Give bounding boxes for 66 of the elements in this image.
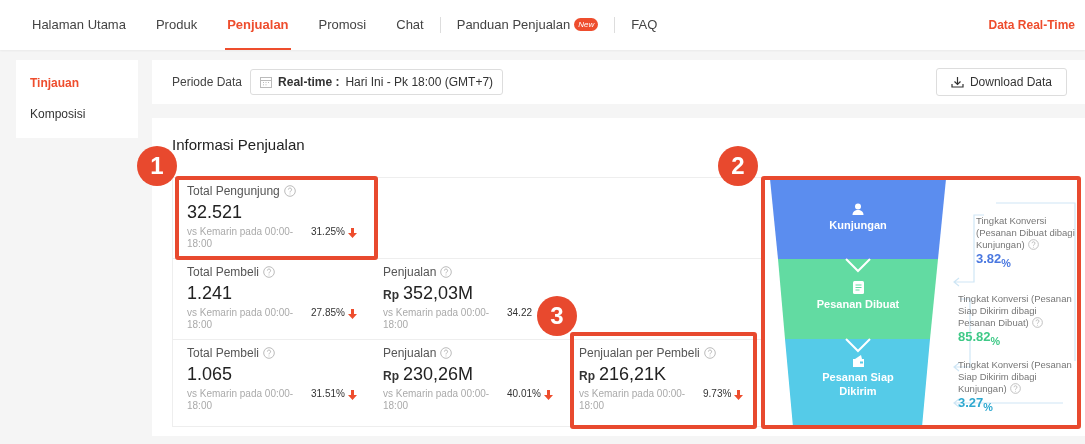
change-percent: 40.01% <box>507 388 541 399</box>
help-icon[interactable] <box>263 347 276 359</box>
currency-label: Rp <box>383 369 399 383</box>
currency-label: Rp <box>383 288 399 302</box>
download-button[interactable]: Download Data <box>935 68 1067 96</box>
calendar-icon <box>260 76 273 88</box>
conversion-rate: 85.82$_{%}$ <box>958 328 1002 348</box>
help-icon[interactable] <box>440 266 453 278</box>
change-percent: 31.25% <box>311 226 345 237</box>
metric-value: 216,21K <box>599 364 667 385</box>
comparison-text: vs Kemarin pada 00:00-18:00 <box>187 226 295 250</box>
help-icon[interactable] <box>703 347 716 359</box>
metric-value: 32.521 <box>187 202 243 223</box>
metric-title: Total Pengunjung <box>187 184 280 198</box>
metric-value: 1.065 <box>187 364 233 385</box>
change-percent: 31.51% <box>311 388 345 399</box>
person-icon <box>852 203 864 215</box>
new-badge: New <box>574 17 599 31</box>
metric-title: Total Pembeli <box>187 346 260 360</box>
metric-value: 352,03M <box>403 283 474 304</box>
realtime-link[interactable]: Data Real-Time <box>988 18 1075 32</box>
nav-tab[interactable]: Panduan Penjualan New <box>454 0 601 50</box>
help-icon[interactable] <box>1027 238 1039 250</box>
funnel-stage-label: Kunjungan <box>828 218 888 233</box>
conversion-label: Tingkat Konversi (Pesanan Dibuat dibagi Kunjungan) <box>976 215 1076 251</box>
metric-title: Penjualan per Pembeli <box>579 346 700 360</box>
change-percent: 9.73% <box>703 388 732 399</box>
help-icon[interactable] <box>283 185 296 197</box>
chevron-icon <box>845 338 871 353</box>
help-icon[interactable] <box>440 347 453 359</box>
funnel-stage-label: Pesanan Siap Dikirim <box>821 370 895 399</box>
nav-tab[interactable]: Produk <box>153 0 200 50</box>
currency-label: Rp <box>579 369 595 383</box>
comparison-text: vs Kemarin pada 00:00-18:00 <box>383 307 491 331</box>
comparison-text: vs Kemarin pada 00:00-18:00 <box>383 388 491 412</box>
change-percent: 27.85% <box>311 307 345 318</box>
help-icon[interactable] <box>1031 316 1043 328</box>
conversion-label: Tingkat Konversi (Pesanan Siap Dikirim dibagi Pesanan Dibuat) <box>958 293 1073 329</box>
wallet-icon <box>851 355 865 367</box>
metric-value: 230,26M <box>403 364 474 385</box>
sidebar-item[interactable]: Komposisi <box>30 99 86 130</box>
metric-title: Total Pembeli <box>187 265 260 279</box>
comparison-text: vs Kemarin pada 00:00-18:00 <box>187 388 295 412</box>
change-percent: 34.22 <box>507 307 533 318</box>
conversion-rate: 3.27$_{%}$ <box>958 394 994 414</box>
download-icon <box>950 76 964 88</box>
conversion-label: Tingkat Konversi (Pesanan Siap Dikirim dibagi Kunjungan) <box>958 359 1073 395</box>
funnel-stage-label: Pesanan Dibuat <box>815 297 901 312</box>
nav-tab[interactable]: Halaman Utama <box>30 0 128 50</box>
period-label: Periode Data <box>172 75 243 89</box>
metric-title: Penjualan <box>383 346 437 360</box>
nav-tab[interactable]: Chat <box>394 0 426 50</box>
nav-tab[interactable]: Promosi <box>316 0 369 50</box>
nav-tab[interactable]: Penjualan <box>225 0 291 50</box>
comparison-text: vs Kemarin pada 00:00-18:00 <box>187 307 295 331</box>
comparison-text: vs Kemarin pada 00:00-18:00 <box>579 388 687 412</box>
conversion-rate: 3.82$_{%}$ <box>976 250 1012 270</box>
nav-tab[interactable]: FAQ <box>629 0 660 50</box>
document-icon <box>852 281 864 294</box>
chevron-icon <box>845 258 871 273</box>
help-icon[interactable] <box>1009 382 1021 394</box>
metric-value: 1.241 <box>187 283 233 304</box>
help-icon[interactable] <box>263 266 276 278</box>
sidebar-item[interactable]: Tinjauan <box>30 68 80 99</box>
metric-title: Penjualan <box>383 265 437 279</box>
period-picker[interactable]: Real-time : Hari Ini - Pk 18:00 (GMT+7) <box>250 69 504 95</box>
